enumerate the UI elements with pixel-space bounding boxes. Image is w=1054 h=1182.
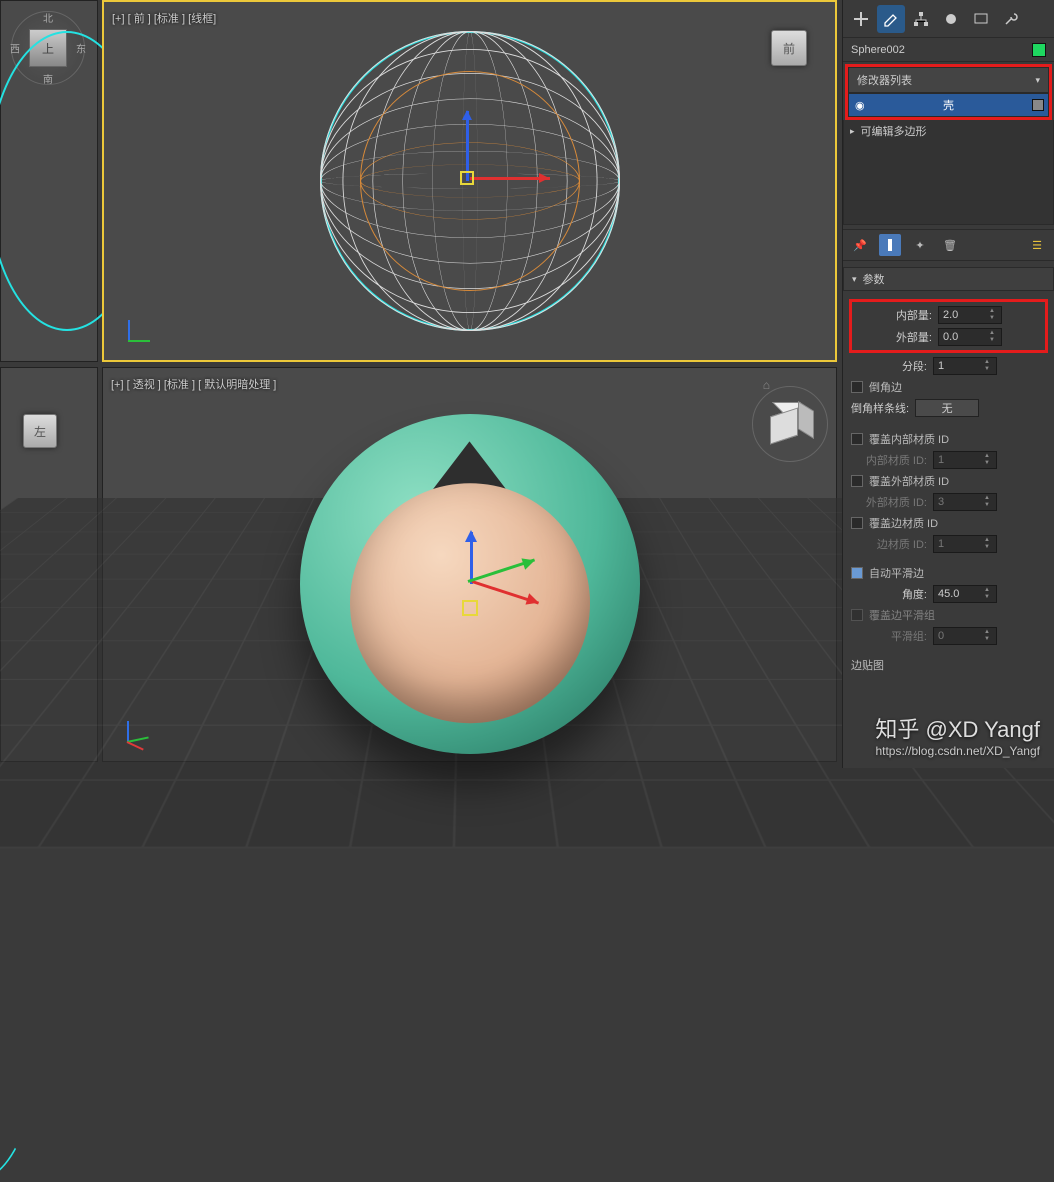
visibility-icon[interactable]: ◉ [855,99,865,112]
override-outer-mat-label: 覆盖外部材质 ID [869,473,949,489]
viewport-persp-label[interactable]: [+] [ 透视 ] [标准 ] [ 默认明暗处理 ] [111,376,276,392]
angle-label: 角度: [851,586,927,602]
bevel-spline-button[interactable]: 无 [915,399,979,417]
stack-item-label: 可编辑多边形 [861,123,927,139]
smooth-group-spinner: 0▲▼ [933,627,997,645]
outer-amount-value: 0.0 [943,331,958,343]
viewport-front-label[interactable]: [+] [ 前 ] [标准 ] [线框] [112,10,216,26]
edge-mat-id-spinner: 1▲▼ [933,535,997,553]
remove-modifier-icon[interactable]: 🗑 [939,234,961,256]
show-end-result-icon[interactable] [879,234,901,256]
auto-smooth-label: 自动平滑边 [869,565,924,581]
inner-amount-label: 内部量: [856,307,932,323]
modifier-stack-rest[interactable]: ▸ 可编辑多边形 [843,120,1054,225]
stack-item-shell[interactable]: ◉ 壳 [849,94,1048,116]
viewport-top-left[interactable]: 北 南 东 西 上 [0,0,98,362]
tab-hierarchy[interactable] [907,5,935,33]
override-edge-sg-checkbox: 覆盖边平滑组 [851,605,1046,625]
compass-n: 北 [43,10,53,25]
override-edge-sg-label: 覆盖边平滑组 [869,607,935,623]
object-name-row: Sphere002 [843,38,1054,62]
stack-tools-row: 📌 ✦ 🗑 ☰ [843,229,1054,261]
stack-item-editpoly[interactable]: ▸ 可编辑多边形 [844,120,1053,142]
inner-amount-value: 2.0 [943,309,958,321]
make-unique-icon[interactable]: ✦ [909,234,931,256]
smooth-group-label: 平滑组: [851,628,927,644]
modifier-list-dropdown[interactable]: 修改器列表 [848,67,1049,93]
rollout-parameters-header[interactable]: 参数 [843,267,1054,291]
stack-item-label: 壳 [943,97,954,113]
outer-amount-label: 外部量: [856,329,932,345]
axis-indicator-persp [113,711,153,751]
angle-spinner[interactable]: 45.0▲▼ [933,585,997,603]
override-inner-mat-checkbox[interactable]: 覆盖内部材质 ID [851,429,1046,449]
amount-highlight: 内部量: 2.0▲▼ 外部量: 0.0▲▼ [849,299,1048,353]
viewcube-3d[interactable] [770,404,810,444]
segments-label: 分段: [851,358,927,374]
wireframe-sphere [320,31,620,331]
watermark-line2: https://blog.csdn.net/XD_Yangf [875,744,1040,758]
override-inner-mat-label: 覆盖内部材质 ID [869,431,949,447]
inner-mat-id-spinner: 1▲▼ [933,451,997,469]
viewcube-front[interactable]: 前 [761,20,817,76]
segments-spinner[interactable]: 1▲▼ [933,357,997,375]
axis-indicator [114,310,154,350]
viewcube-face[interactable]: 前 [771,30,807,66]
override-outer-mat-checkbox[interactable]: 覆盖外部材质 ID [851,471,1046,491]
inner-mat-id-label: 内部材质 ID: [851,452,927,468]
viewcube-left[interactable]: 左 [23,414,57,448]
outer-amount-spinner[interactable]: 0.0▲▼ [938,328,1002,346]
compass-w: 西 [10,41,20,56]
command-panel: Sphere002 修改器列表 ◉ 壳 ▸ 可编辑多边形 📌 ✦ 🗑 ☰ 参数 [842,0,1054,768]
shell-object[interactable] [300,414,640,754]
home-icon[interactable]: ⌂ [763,378,770,392]
tab-modify[interactable] [877,5,905,33]
viewport-front[interactable]: [+] [ 前 ] [标准 ] [线框] 前 [102,0,837,362]
rollout-parameters-body: 内部量: 2.0▲▼ 外部量: 0.0▲▼ 分段: 1▲▼ 倒角边 倒角样条线:… [843,291,1054,679]
watermark: 知乎 @XD Yangf https://blog.csdn.net/XD_Ya… [875,712,1040,758]
tab-motion[interactable] [937,5,965,33]
outer-mat-id-spinner: 3▲▼ [933,493,997,511]
override-edge-mat-label: 覆盖边材质 ID [869,515,938,531]
inner-amount-spinner[interactable]: 2.0▲▼ [938,306,1002,324]
object-color-swatch[interactable] [1032,43,1046,57]
tab-display[interactable] [967,5,995,33]
configure-sets-icon[interactable]: ☰ [1026,234,1048,256]
object-name[interactable]: Sphere002 [851,44,905,56]
segments-value: 1 [938,360,944,372]
viewport-perspective[interactable]: [+] [ 透视 ] [标准 ] [ 默认明暗处理 ] ⌂ [102,367,837,762]
modifier-stack-highlight: 修改器列表 ◉ 壳 [845,64,1052,120]
edge-mat-id-label: 边材质 ID: [851,536,927,552]
angle-value: 45.0 [938,588,959,600]
modifier-stack[interactable]: ◉ 壳 [848,93,1049,117]
bevel-spline-label: 倒角样条线: [851,400,909,416]
tab-utilities[interactable] [997,5,1025,33]
move-gizmo[interactable] [460,171,480,191]
expand-icon[interactable]: ▸ [850,126,855,137]
auto-smooth-checkbox[interactable]: 自动平滑边 [851,563,1046,583]
outer-mat-id-label: 外部材质 ID: [851,494,927,510]
stack-item-swatch[interactable] [1032,99,1044,111]
edge-map-label: 边贴图 [851,657,1046,673]
tab-create[interactable] [847,5,875,33]
viewcube-persp[interactable] [762,396,818,452]
override-edge-mat-checkbox[interactable]: 覆盖边材质 ID [851,513,1046,533]
bevel-edges-checkbox[interactable]: 倒角边 [851,377,1046,397]
pin-stack-icon[interactable]: 📌 [849,234,871,256]
watermark-line1: 知乎 @XD Yangf [875,712,1040,744]
viewcube-left-face[interactable]: 左 [23,414,57,448]
panel-tabs [843,0,1054,38]
bevel-edges-label: 倒角边 [869,379,902,395]
